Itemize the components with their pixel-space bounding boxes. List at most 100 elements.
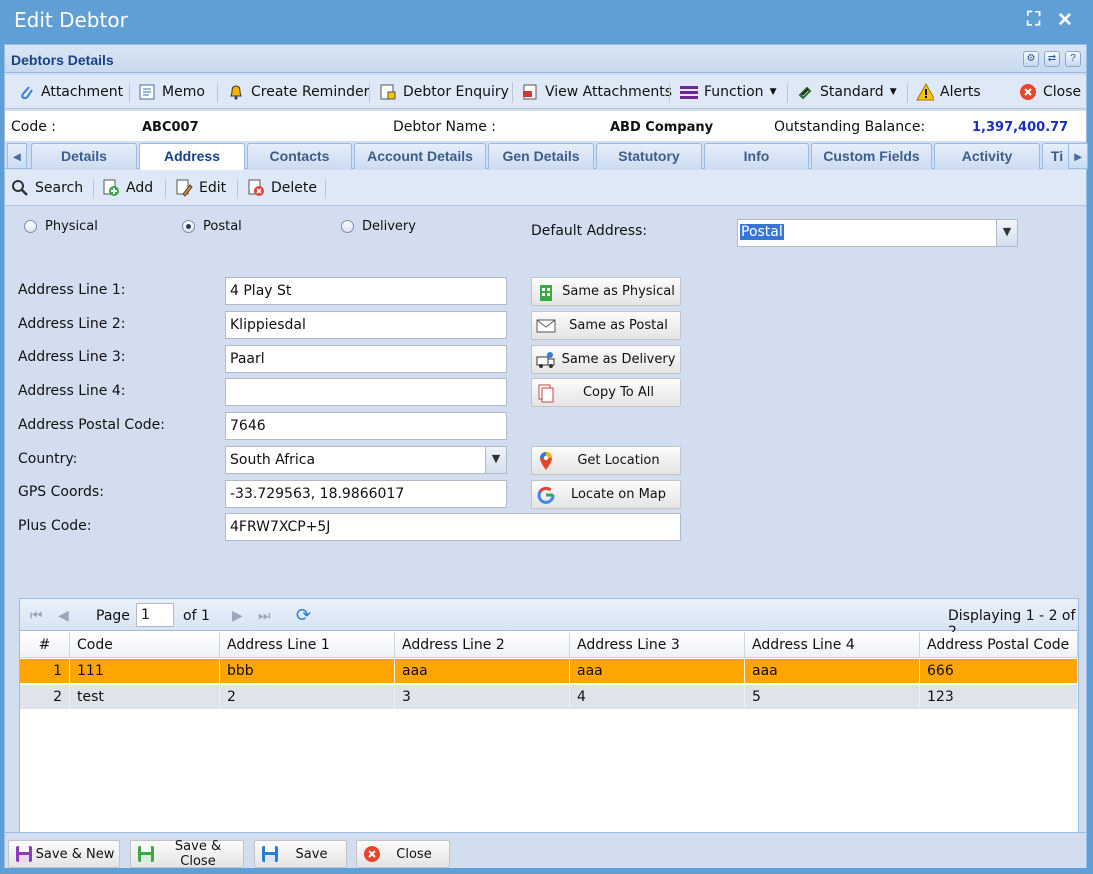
same-as-postal-button[interactable]: Same as Postal [531,311,681,340]
view-attachments-icon [521,83,539,101]
code-value: ABC007 [142,120,199,135]
copy-to-all-button[interactable]: Copy To All [531,378,681,407]
column-header-postal-code[interactable]: Address Postal Code [920,632,1078,657]
help-icon[interactable]: ? [1065,51,1081,67]
radio-postal[interactable]: Postal [182,219,242,234]
save-close-button[interactable]: Save & Close [130,839,244,869]
first-page-icon[interactable]: ⏮ [30,608,43,624]
column-header-line2[interactable]: Address Line 2 [395,632,570,657]
column-header-line3[interactable]: Address Line 3 [570,632,745,657]
postal-code-input[interactable]: 7646 [225,412,507,440]
last-page-icon[interactable]: ⏭ [258,608,271,624]
address-line3-input[interactable]: Paarl [225,345,507,373]
radio-delivery[interactable]: Delivery [341,219,416,234]
same-as-physical-label: Same as Physical [562,284,675,299]
tab-account-details[interactable]: Account Details [354,143,486,169]
cell-line2: 3 [395,685,570,709]
close-window-icon[interactable]: ✕ [1057,9,1073,32]
page-number-input[interactable]: 1 [136,603,174,627]
same-as-physical-button[interactable]: Same as Physical [531,277,681,306]
bell-icon [227,83,245,101]
tab-activity[interactable]: Activity [934,143,1040,169]
tab-custom-fields[interactable]: Custom Fields [811,143,932,169]
view-attachments-button[interactable]: View Attachments [521,81,672,103]
tab-statutory[interactable]: Statutory [596,143,702,169]
radio-delivery-circle[interactable] [341,220,354,233]
locate-on-map-label: Locate on Map [570,487,667,502]
gps-coords-input[interactable]: -33.729563, 18.9866017 [225,480,507,508]
create-reminder-button[interactable]: Create Reminder [227,81,369,103]
address-line1-input[interactable]: 4 Play St [225,277,507,305]
tab-info[interactable]: Info [704,143,809,169]
locate-on-map-button[interactable]: Locate on Map [531,480,681,509]
function-menu-button[interactable]: Function ▼ [680,81,776,103]
tab-scroll-left-icon[interactable]: ◂ [7,143,27,169]
edit-label: Edit [199,180,227,196]
enquiry-icon [379,83,397,101]
save-new-button[interactable]: Save & New [8,840,120,868]
address-toolbar: Search Add Edit Delete [5,170,1086,206]
delete-button[interactable]: Delete [247,177,317,199]
cell-code: 111 [70,659,220,683]
column-header-number[interactable]: # [20,632,70,657]
maximize-icon[interactable]: ⛶ [1027,9,1040,31]
radio-physical[interactable]: Physical [24,219,98,234]
save-button[interactable]: Save [254,840,347,868]
tab-details[interactable]: Details [31,143,137,169]
same-as-delivery-button[interactable]: Same as Delivery [531,345,681,374]
cell-line3: aaa [570,659,745,683]
chevron-down-icon[interactable]: ▼ [485,447,506,473]
table-row[interactable]: 1 111 bbb aaa aaa aaa 666 [20,659,1078,684]
alerts-label: Alerts [940,84,981,100]
attachment-button[interactable]: Attachment [17,81,123,103]
window-title: Edit Debtor [14,8,128,32]
tab-gen-details[interactable]: Gen Details [488,143,594,169]
close-footer-label: Close [396,846,432,862]
menu-lines-icon [680,83,698,101]
prev-page-icon[interactable]: ◀ [58,608,69,624]
debtor-enquiry-button[interactable]: Debtor Enquiry [379,81,509,103]
radio-physical-circle[interactable] [24,220,37,233]
add-button[interactable]: Add [102,177,153,199]
cell-line1: 2 [220,685,395,709]
tab-address[interactable]: Address [139,143,245,170]
debtor-info-bar: Code : ABC007 Debtor Name : ABD Company … [5,111,1086,141]
address-line4-input[interactable] [225,378,507,406]
tab-contacts[interactable]: Contacts [247,143,352,169]
edit-button[interactable]: Edit [175,177,226,199]
gear-icon[interactable]: ⚙ [1023,51,1039,67]
delivery-truck-icon [535,349,557,371]
column-header-line4[interactable]: Address Line 4 [745,632,920,657]
column-header-code[interactable]: Code [70,632,220,657]
country-select[interactable]: South Africa ▼ [225,446,507,474]
address-line2-input[interactable]: Klippiesdal [225,311,507,339]
default-address-value: Postal [740,224,784,240]
standard-menu-button[interactable]: Standard ▼ [796,81,897,103]
radio-postal-circle[interactable] [182,220,195,233]
radio-postal-label: Postal [203,219,242,234]
footer-bar: Save & New Save & Close Save Close [5,832,1086,869]
plus-code-input[interactable]: 4FRW7XCP+5J [225,513,681,541]
building-icon [535,281,557,303]
default-address-select[interactable]: Postal ▼ [737,219,1018,247]
debtor-name-value: ABD Company [610,120,714,135]
save-icon [259,843,281,865]
next-page-icon[interactable]: ▶ [232,608,243,624]
chevron-down-icon[interactable]: ▼ [996,220,1017,246]
get-location-button[interactable]: Get Location [531,446,681,475]
column-header-line1[interactable]: Address Line 1 [220,632,395,657]
memo-button[interactable]: Memo [138,81,205,103]
address-line3-label: Address Line 3: [18,349,126,365]
close-button[interactable]: Close [356,840,450,868]
tab-strip: ◂ Details Address Contacts Account Detai… [5,141,1088,170]
delete-icon [247,179,265,197]
close-toolbar-button[interactable]: Close [1019,81,1081,103]
search-button[interactable]: Search [11,177,83,199]
refresh-icon[interactable]: ⟳ [296,605,311,626]
country-label: Country: [18,451,78,467]
refresh-icon[interactable]: ⇄ [1044,51,1060,67]
chevron-down-icon: ▼ [769,87,777,97]
alerts-button[interactable]: Alerts [916,81,981,103]
tab-scroll-right-icon[interactable]: ▸ [1068,143,1088,169]
table-row[interactable]: 2 test 2 3 4 5 123 [20,685,1078,710]
